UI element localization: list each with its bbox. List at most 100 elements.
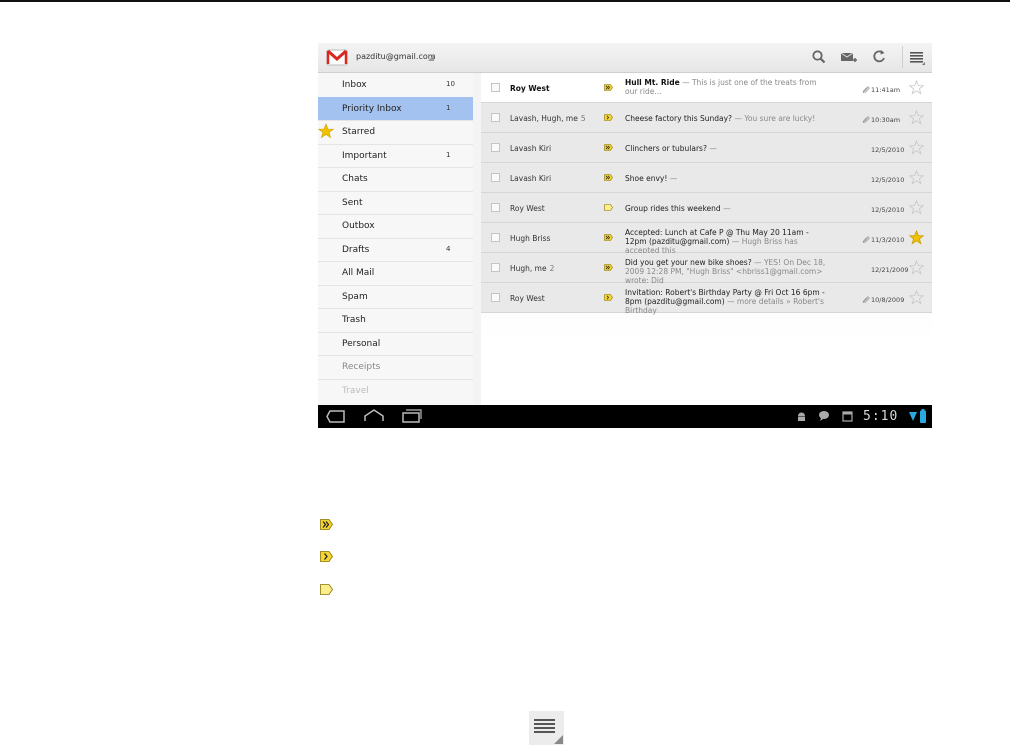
sidebar-item-travel[interactable]: Travel (318, 379, 473, 403)
important-single-icon[interactable] (604, 294, 613, 301)
star-icon[interactable] (909, 140, 924, 155)
subject-text: Cheese factory this Sunday? (625, 114, 733, 123)
sidebar-item-chats[interactable]: Chats (318, 167, 473, 192)
conversation-row[interactable]: Hugh, me 2 Did you get your new bike shoes… (481, 253, 932, 285)
unread-count: 1 (446, 103, 451, 112)
sidebar-item-label: Important (342, 150, 387, 161)
recent-apps-icon[interactable] (402, 409, 422, 423)
star-icon[interactable] (909, 80, 924, 95)
sidebar-item-label: Trash (342, 315, 366, 325)
star-icon[interactable] (909, 230, 924, 245)
sidebar-item-starred[interactable]: Starred (318, 120, 473, 145)
unread-count: 1 (446, 150, 451, 159)
select-checkbox[interactable] (491, 233, 500, 242)
subject-snippet: Accepted: Lunch at Cafe P @ Thu May 20 1… (625, 228, 830, 255)
account-dropdown-icon[interactable] (428, 55, 434, 61)
important-double-icon[interactable] (604, 84, 613, 91)
select-checkbox[interactable] (491, 263, 500, 272)
select-checkbox[interactable] (491, 83, 500, 92)
conversation-row[interactable]: Lavash Kiri Clinchers or tubulars? — 12/5/… (481, 133, 932, 163)
star-icon[interactable] (909, 200, 924, 215)
sidebar-item-sent[interactable]: Sent (318, 191, 473, 215)
sender-names: Hugh, me 2 (510, 264, 554, 273)
wifi-icon (909, 412, 917, 421)
snippet-text: — (709, 144, 717, 153)
conversation-row[interactable]: Hugh Briss Accepted: Lunch at Cafe P @ Th… (481, 223, 932, 255)
sidebar-item-important[interactable]: Important 1 (318, 144, 473, 168)
star-icon[interactable] (909, 260, 924, 275)
sidebar-item-receipts[interactable]: Receipts (318, 355, 473, 380)
important-double-icon[interactable] (604, 144, 613, 151)
star-icon[interactable] (909, 170, 924, 185)
sidebar-item-label: Drafts (342, 244, 370, 255)
timestamp: 12/5/2010 (871, 146, 905, 154)
label-sidebar: Inbox 10 Priority Inbox 1 Starred Import… (318, 73, 473, 405)
subject-text: Did you get your new bike shoes? (625, 258, 752, 267)
sender-text: Roy West (510, 204, 545, 213)
conversation-row[interactable]: Roy West Group rides this weekend — 12/5/2… (481, 193, 932, 223)
not-important-icon[interactable] (604, 204, 613, 211)
select-checkbox[interactable] (491, 203, 500, 212)
sidebar-item-label: Starred (342, 127, 376, 137)
conversation-row[interactable]: Lavash Kiri Shoe envy! — 12/5/2010 (481, 163, 932, 193)
sender-text: Hugh Briss (510, 234, 551, 243)
select-checkbox[interactable] (491, 113, 500, 122)
sidebar-item-outbox[interactable]: Outbox (318, 214, 473, 239)
sidebar-item-trash[interactable]: Trash (318, 308, 473, 333)
select-checkbox[interactable] (491, 173, 500, 182)
search-icon (812, 50, 826, 64)
account-name[interactable]: pazditu@gmail.com (356, 52, 436, 61)
timestamp: 12/5/2010 (871, 176, 905, 184)
sidebar-item-personal[interactable]: Personal (318, 332, 473, 356)
star-icon[interactable] (909, 290, 924, 305)
conversation-row[interactable]: Roy West Hull Mt. Ride — This is just one… (481, 73, 932, 103)
refresh-button[interactable] (868, 47, 890, 67)
timestamp: 11:41am (871, 86, 901, 94)
select-checkbox[interactable] (491, 293, 500, 302)
important-double-icon[interactable] (604, 264, 613, 271)
home-icon[interactable] (364, 408, 384, 423)
conversation-row[interactable]: Lavash, Hugh, me 5 Cheese factory this Sun… (481, 103, 932, 133)
android-debug-icon (798, 412, 805, 421)
toolbar-separator (902, 46, 903, 68)
sidebar-item-label: Priority Inbox (342, 103, 402, 114)
timestamp: 10/8/2009 (871, 296, 905, 304)
timestamp: 11/3/2010 (871, 236, 905, 244)
system-navigation-bar: 5:10 (318, 405, 932, 428)
compose-button[interactable] (838, 47, 860, 67)
important-double-icon (320, 519, 333, 530)
subject-snippet: Invitation: Robert's Birthday Party @ Fr… (625, 288, 830, 315)
sender-names: Lavash Kiri (510, 144, 554, 153)
star-icon[interactable] (909, 110, 924, 125)
sidebar-item-spam[interactable]: Spam (318, 285, 473, 309)
sidebar-item-label: Travel (342, 385, 369, 396)
important-double-icon[interactable] (604, 234, 613, 241)
select-checkbox[interactable] (491, 143, 500, 152)
timestamp: 10:30am (871, 116, 901, 124)
conversation-list: Roy West Hull Mt. Ride — This is just one… (481, 73, 932, 405)
attachment-icon (862, 296, 870, 303)
important-single-icon[interactable] (604, 114, 613, 121)
snippet-text: — (723, 204, 731, 213)
sidebar-item-drafts[interactable]: Drafts 4 (318, 238, 473, 262)
conversation-row[interactable]: Roy West Invitation: Robert's Birthday Pa… (481, 283, 932, 315)
sender-text: Lavash Kiri (510, 144, 552, 153)
overflow-menu-icon (910, 52, 925, 65)
sidebar-item-all-mail[interactable]: All Mail (318, 261, 473, 286)
important-double-icon[interactable] (604, 174, 613, 181)
sender-names: Hugh Briss (510, 234, 553, 243)
sidebar-item-priority-inbox[interactable]: Priority Inbox 1 (318, 96, 473, 121)
sidebar-item-inbox[interactable]: Inbox 10 (318, 73, 473, 98)
search-button[interactable] (808, 47, 830, 67)
subject-text: Group rides this weekend (625, 204, 721, 213)
overflow-menu-button[interactable] (906, 47, 928, 67)
sidebar-item-label: Chats (342, 174, 368, 184)
not-important-icon (320, 584, 333, 595)
back-icon[interactable] (326, 410, 346, 423)
timestamp: 12/5/2010 (871, 206, 905, 214)
snippet-text: — (669, 174, 678, 183)
sender-text: Hugh, me (510, 264, 547, 273)
sender-names: Lavash Kiri (510, 174, 554, 183)
gmail-logo-icon[interactable] (326, 47, 348, 67)
subject-snippet: Clinchers or tubulars? — (625, 144, 830, 153)
